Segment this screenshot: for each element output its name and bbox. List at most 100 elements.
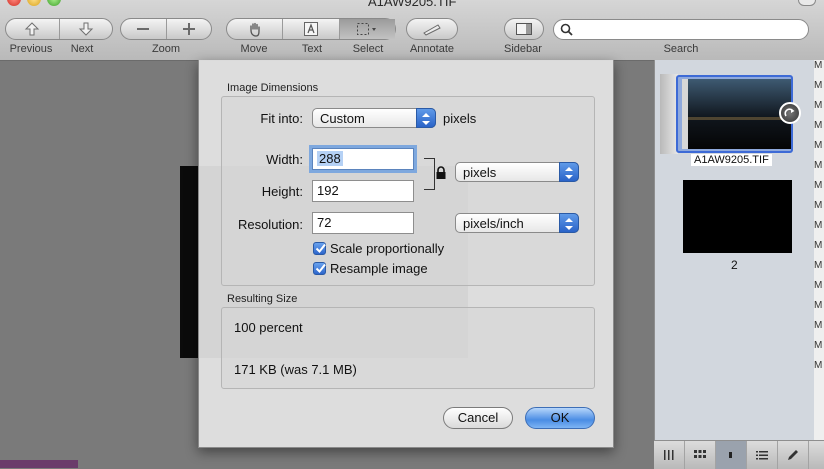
resample-image-checkbox[interactable]	[313, 262, 326, 275]
sidebar-control	[504, 18, 544, 40]
pencil-icon	[788, 450, 798, 460]
search-label: Search	[663, 43, 699, 55]
zoom-label: Zoom	[151, 43, 181, 55]
resolution-field[interactable]: 72	[312, 212, 414, 234]
size-unit-popup[interactable]: pixels	[455, 162, 579, 182]
down-arrow-icon	[78, 22, 93, 36]
zoom-window-button[interactable]	[47, 0, 61, 6]
toolbar: A1AW9205.TIF Previous Next Zoom Move Tex…	[0, 0, 824, 61]
marquee-select-icon	[357, 23, 377, 35]
edge-text: M	[814, 340, 823, 351]
next-label: Next	[70, 43, 94, 55]
ok-button[interactable]: OK	[525, 407, 595, 429]
thumbnail-image-1[interactable]	[682, 79, 791, 149]
view-edit-button[interactable]	[778, 441, 809, 469]
text-label: Text	[301, 43, 323, 55]
toolbar-toggle-button[interactable]	[798, 0, 816, 6]
single-page-icon	[729, 452, 732, 458]
view-single-button[interactable]	[716, 441, 747, 469]
edge-text: M	[814, 260, 823, 271]
scale-proportionally-checkbox[interactable]	[313, 242, 326, 255]
cancel-button[interactable]: Cancel	[443, 407, 513, 429]
edge-text: M	[814, 200, 823, 211]
minimize-window-button[interactable]	[27, 0, 41, 6]
hand-icon	[250, 22, 260, 37]
popup-arrows-icon	[416, 108, 436, 128]
resolution-unit-value: pixels/inch	[463, 216, 524, 231]
edge-text: M	[814, 300, 823, 311]
previous-button[interactable]	[6, 19, 60, 39]
plus-icon	[182, 23, 195, 35]
tool-mode-control	[226, 18, 396, 40]
annotate-control	[406, 18, 458, 40]
resolution-value: 72	[317, 215, 332, 230]
result-file-size: 171 KB (was 7.1 MB)	[234, 362, 357, 377]
fit-into-popup[interactable]: Custom	[312, 108, 436, 128]
annotate-label: Annotate	[409, 43, 455, 55]
zoom-in-button[interactable]	[167, 19, 212, 39]
edge-text: M	[814, 240, 823, 251]
prev-next-control	[5, 18, 113, 40]
list-icon	[756, 451, 768, 460]
grid-icon	[694, 450, 706, 458]
image-dimensions-heading: Image Dimensions	[227, 82, 319, 94]
sidebar-icon	[516, 23, 532, 35]
select-tool-button[interactable]	[339, 19, 395, 39]
edge-text: M	[814, 100, 823, 111]
text-tool-icon	[303, 22, 318, 36]
thumbnail-label-1: A1AW9205.TIF	[691, 154, 772, 166]
resolution-unit-popup[interactable]: pixels/inch	[455, 213, 579, 233]
height-field[interactable]: 192	[312, 180, 414, 202]
resolution-label: Resolution:	[237, 217, 303, 232]
thumbnail-sidebar: A1AW9205.TIF 2	[654, 60, 824, 468]
result-percent: 100 percent	[234, 320, 303, 335]
checkmark-icon	[315, 263, 326, 274]
resulting-size-heading: Resulting Size	[227, 293, 298, 305]
constraint-bracket	[424, 158, 435, 190]
size-unit-value: pixels	[463, 165, 497, 180]
thumbnail-image-2[interactable]	[683, 180, 792, 253]
minus-icon	[137, 28, 150, 30]
lock-icon[interactable]	[435, 166, 447, 180]
popup-arrows-icon	[559, 213, 579, 233]
zoom-out-button[interactable]	[121, 19, 167, 39]
edge-text: M	[814, 280, 823, 291]
edge-text: M	[814, 320, 823, 331]
search-field[interactable]	[553, 19, 809, 40]
move-tool-button[interactable]	[227, 19, 284, 39]
close-window-button[interactable]	[7, 0, 21, 6]
edge-text: M	[814, 180, 823, 191]
fit-into-unit-label: pixels	[443, 111, 477, 126]
background-window-edge: M M M M M M M M M M M M M M M M	[814, 60, 824, 440]
popup-arrows-icon	[559, 162, 579, 182]
annotate-button[interactable]	[407, 19, 457, 39]
move-label: Move	[240, 43, 268, 55]
width-value: 288	[317, 151, 343, 166]
fit-into-value: Custom	[320, 111, 365, 126]
search-input[interactable]	[578, 22, 802, 39]
view-grid-button[interactable]	[685, 441, 716, 469]
width-field[interactable]: 288	[312, 148, 414, 170]
edge-text: M	[814, 80, 823, 91]
view-columns-button[interactable]	[654, 441, 685, 469]
previous-label: Previous	[9, 43, 53, 55]
checkmark-icon	[315, 243, 326, 254]
sidebar-label: Sidebar	[504, 43, 542, 55]
next-button[interactable]	[60, 19, 113, 39]
zoom-control	[120, 18, 212, 40]
rotate-icon[interactable]	[779, 102, 801, 124]
scale-proportionally-label[interactable]: Scale proportionally	[330, 241, 444, 256]
resample-image-label[interactable]: Resample image	[330, 261, 428, 276]
window-title: A1AW9205.TIF	[368, 0, 457, 9]
select-label: Select	[352, 43, 384, 55]
edge-text: M	[814, 120, 823, 131]
edge-text: M	[814, 140, 823, 151]
sidebar-toggle-button[interactable]	[505, 19, 543, 39]
edge-text: M	[814, 360, 823, 371]
text-tool-button[interactable]	[283, 19, 340, 39]
columns-icon	[664, 450, 674, 460]
fit-into-label: Fit into:	[260, 111, 303, 126]
edge-text: M	[814, 60, 823, 71]
view-list-button[interactable]	[747, 441, 778, 469]
dock-edge	[0, 460, 78, 468]
